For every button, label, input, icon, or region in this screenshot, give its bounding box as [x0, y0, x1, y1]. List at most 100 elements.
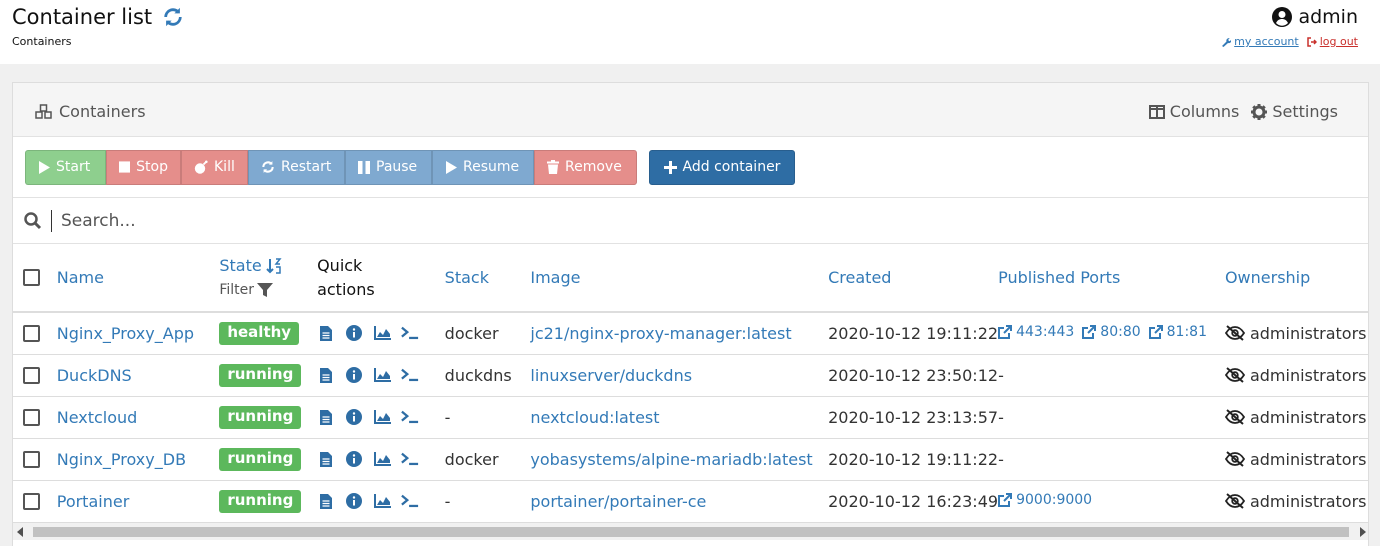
- console-icon[interactable]: [401, 366, 419, 384]
- select-all-cell: [13, 244, 57, 313]
- pause-icon: [358, 160, 370, 174]
- logs-icon[interactable]: [317, 324, 335, 342]
- published-port-link[interactable]: 81:81: [1148, 324, 1207, 340]
- status-badge: running: [219, 447, 302, 471]
- scroll-left-arrow[interactable]: [17, 527, 23, 537]
- start-button[interactable]: Start: [25, 149, 106, 185]
- select-all-checkbox[interactable]: [23, 269, 40, 286]
- created-cell: 2020-10-12 23:13:57: [828, 396, 999, 439]
- state-cell: running: [219, 354, 318, 397]
- ports-cell: -: [998, 354, 1225, 397]
- table-body: Nginx_Proxy_App healthy docker jc21/nginx-p…: [13, 312, 1368, 523]
- created-header[interactable]: Created: [828, 244, 999, 313]
- image-header[interactable]: Image: [530, 244, 829, 313]
- name-cell: Portainer: [56, 480, 220, 523]
- columns-icon: [1148, 104, 1165, 119]
- stats-icon[interactable]: [373, 492, 391, 510]
- logout-link[interactable]: log out: [1306, 35, 1358, 48]
- console-icon[interactable]: [401, 324, 419, 342]
- kill-button[interactable]: Kill: [181, 149, 248, 185]
- sort-icon[interactable]: [265, 257, 282, 274]
- stats-icon[interactable]: [373, 366, 391, 384]
- search-input[interactable]: [61, 210, 661, 231]
- ports-cell: -: [998, 438, 1225, 481]
- stats-icon[interactable]: [373, 324, 391, 342]
- image-link[interactable]: yobasystems/alpine-mariadb:latest: [530, 450, 812, 469]
- row-checkbox[interactable]: [23, 408, 40, 426]
- scrollbar-thumb[interactable]: [33, 527, 1349, 537]
- user-circle-icon: [1272, 7, 1293, 27]
- select-cell: [13, 396, 57, 439]
- remove-button[interactable]: Remove: [534, 149, 637, 185]
- columns-button[interactable]: Columns: [1148, 102, 1239, 121]
- stats-icon[interactable]: [373, 450, 391, 468]
- info-icon[interactable]: [345, 408, 363, 426]
- sign-out-icon: [1306, 36, 1317, 47]
- select-cell: [13, 354, 57, 397]
- restart-button[interactable]: Restart: [248, 149, 345, 185]
- container-name-link[interactable]: Portainer: [57, 492, 130, 511]
- published-port-link[interactable]: 443:443: [998, 324, 1074, 340]
- state-header[interactable]: State Filter: [219, 244, 318, 313]
- ports-empty: -: [998, 449, 1004, 469]
- eye-slash-icon: [1224, 493, 1245, 509]
- logs-icon[interactable]: [317, 408, 335, 426]
- container-name-link[interactable]: DuckDNS: [57, 366, 132, 385]
- settings-button[interactable]: Settings: [1251, 102, 1338, 121]
- eye-slash-icon: [1224, 367, 1245, 383]
- image-link[interactable]: portainer/portainer-ce: [530, 492, 706, 511]
- ownership-header[interactable]: Ownership: [1224, 244, 1368, 313]
- published-ports-header[interactable]: Published Ports: [998, 244, 1225, 313]
- add-container-button[interactable]: Add container: [649, 149, 795, 185]
- name-header[interactable]: Name: [56, 244, 220, 313]
- quick-actions-cell: [317, 312, 445, 355]
- refresh-icon[interactable]: [162, 6, 184, 28]
- scroll-right-arrow[interactable]: [1360, 527, 1366, 537]
- console-icon[interactable]: [401, 450, 419, 468]
- logs-icon[interactable]: [317, 450, 335, 468]
- image-cell: nextcloud:latest: [530, 396, 829, 439]
- info-icon[interactable]: [345, 324, 363, 342]
- published-port-link[interactable]: 80:80: [1082, 324, 1141, 340]
- horizontal-scrollbar[interactable]: [13, 523, 1368, 540]
- table-row: Nginx_Proxy_App healthy docker jc21/nginx-p…: [13, 312, 1368, 355]
- published-port-link[interactable]: 9000:9000: [998, 492, 1092, 508]
- filter-icon[interactable]: [257, 282, 273, 298]
- text-cursor: [51, 210, 52, 232]
- row-checkbox[interactable]: [23, 450, 40, 468]
- row-checkbox[interactable]: [23, 492, 40, 510]
- select-cell: [13, 438, 57, 481]
- ownership-cell: administrators: [1224, 438, 1368, 481]
- filter-label[interactable]: Filter: [219, 278, 254, 302]
- quick-actions-header: Quick actions: [317, 244, 445, 313]
- ownership-cell: administrators: [1224, 480, 1368, 523]
- select-cell: [13, 480, 57, 523]
- my-account-link[interactable]: my account: [1221, 35, 1299, 48]
- logs-icon[interactable]: [317, 366, 335, 384]
- container-name-link[interactable]: Nginx_Proxy_DB: [57, 450, 186, 469]
- eye-slash-icon: [1224, 325, 1245, 342]
- container-name-link[interactable]: Nextcloud: [57, 408, 138, 427]
- console-icon[interactable]: [401, 492, 419, 510]
- info-icon[interactable]: [345, 492, 363, 510]
- row-checkbox[interactable]: [23, 366, 40, 384]
- panel-tools: Columns Settings: [1148, 102, 1338, 121]
- pause-button[interactable]: Pause: [345, 149, 432, 185]
- image-link[interactable]: nextcloud:latest: [530, 408, 659, 427]
- resume-button[interactable]: Resume: [432, 149, 534, 185]
- stack-header[interactable]: Stack: [444, 244, 531, 313]
- quick-actions-cell: [317, 480, 445, 523]
- logs-icon[interactable]: [317, 492, 335, 510]
- row-checkbox[interactable]: [23, 324, 40, 342]
- table-row: Nextcloud running - nextcloud:latest 2020-10…: [13, 396, 1368, 439]
- image-link[interactable]: linuxserver/duckdns: [530, 366, 692, 385]
- eye-slash-icon: [1224, 409, 1245, 425]
- info-icon[interactable]: [345, 366, 363, 384]
- container-name-link[interactable]: Nginx_Proxy_App: [57, 324, 194, 343]
- ownership-cell: administrators: [1224, 312, 1368, 355]
- image-link[interactable]: jc21/nginx-proxy-manager:latest: [530, 324, 791, 343]
- console-icon[interactable]: [401, 408, 419, 426]
- stop-button[interactable]: Stop: [106, 149, 181, 185]
- info-icon[interactable]: [345, 450, 363, 468]
- stats-icon[interactable]: [373, 408, 391, 426]
